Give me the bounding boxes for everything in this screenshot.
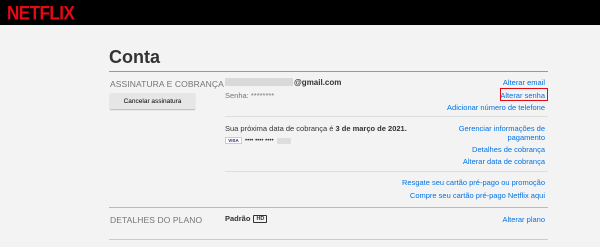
redeem-gift-card-link[interactable]: Resgate seu cartão pré-pago ou promoção — [402, 178, 545, 187]
manage-payment-info-link-line2[interactable]: pagamento — [507, 133, 545, 142]
plan-name: Padrão — [225, 214, 251, 223]
billing-prefix: Sua próxima data de cobrança é — [225, 124, 336, 133]
plan-section-label: DETALHES DO PLANO — [110, 215, 203, 225]
email-domain: @gmail.com — [294, 78, 342, 87]
card-number-masked: •••• •••• •••• — [245, 137, 274, 144]
netflix-logo[interactable]: NETFLIX — [7, 2, 75, 25]
divider-account-billing — [225, 116, 548, 117]
payment-card: VISA •••• •••• •••• — [225, 137, 291, 144]
change-billing-date-link[interactable]: Alterar data de cobrança — [463, 157, 545, 166]
account-email: @gmail.com — [225, 78, 341, 87]
membership-section-label: ASSINATURA E COBRANÇA — [110, 79, 224, 89]
account-password: Senha: ******** — [225, 91, 275, 100]
hd-badge: HD — [253, 214, 268, 223]
section-divider — [109, 207, 548, 208]
page-title: Conta — [109, 47, 160, 67]
current-plan: Padrão HD — [225, 214, 268, 223]
redacted-card-digits — [276, 137, 291, 144]
add-phone-number-link[interactable]: Adicionar número de telefone — [447, 103, 545, 112]
visa-card-icon: VISA — [225, 137, 242, 144]
billing-details-link[interactable]: Detalhes de cobrança — [472, 145, 545, 154]
redacted-email-user — [225, 78, 293, 86]
change-plan-link[interactable]: Alterar plano — [502, 215, 545, 224]
billing-date: 3 de março de 2021. — [335, 124, 407, 133]
buy-gift-card-link[interactable]: Compre seu cartão pré-pago Netflix aqui — [410, 191, 545, 200]
manage-payment-info-link-line1[interactable]: Gerenciar informações de — [459, 124, 545, 133]
top-navigation-bar: NETFLIX — [0, 0, 600, 25]
change-email-link[interactable]: Alterar email — [503, 78, 545, 87]
divider-billing-gift — [225, 171, 548, 172]
next-billing-date-text: Sua próxima data de cobrança é 3 de març… — [225, 124, 407, 133]
bottom-divider — [109, 239, 548, 240]
change-password-highlight-box — [500, 88, 548, 101]
title-divider — [109, 71, 548, 72]
cancel-membership-button[interactable]: Cancelar assinatura — [110, 93, 195, 109]
